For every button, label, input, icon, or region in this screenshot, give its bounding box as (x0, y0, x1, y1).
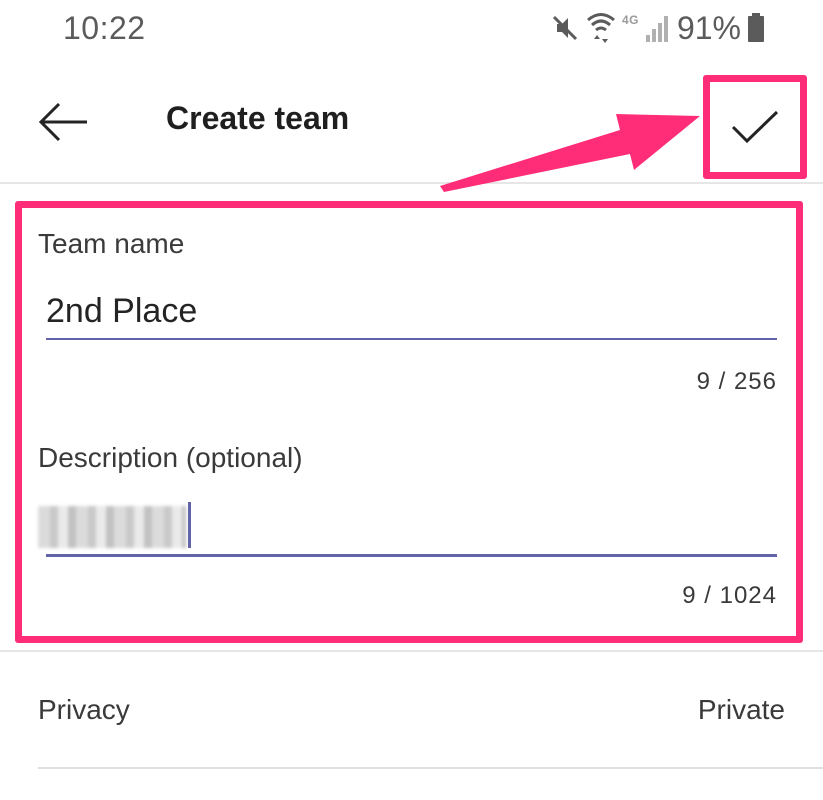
description-input[interactable] (38, 500, 777, 557)
back-button[interactable] (28, 90, 98, 154)
status-time: 10:22 (63, 10, 146, 46)
network-type-label: 4G (621, 13, 639, 27)
redacted-description-text (38, 506, 186, 548)
battery-percent: 91% (676, 9, 741, 46)
team-name-char-count: 9 / 256 (696, 368, 777, 395)
divider (38, 767, 823, 769)
text-caret (188, 502, 191, 548)
status-icons: 4G 91% (550, 8, 765, 48)
arrow-left-icon (38, 102, 87, 142)
privacy-value: Private (697, 694, 785, 725)
status-bar: 10:22 4G 91% (0, 0, 823, 56)
confirm-button[interactable] (703, 75, 807, 179)
form-highlight (15, 201, 803, 643)
description-label: Description (optional) (38, 442, 303, 473)
team-name-input[interactable] (46, 284, 777, 340)
privacy-label: Privacy (38, 694, 130, 725)
page-title: Create team (166, 100, 350, 136)
privacy-row[interactable]: Privacy Private (0, 652, 823, 768)
wifi-icon (586, 13, 615, 43)
signal-icon (645, 16, 668, 42)
description-char-count: 9 / 1024 (682, 582, 777, 609)
annotation-arrow-icon (440, 114, 700, 192)
team-name-label: Team name (38, 228, 185, 259)
mute-icon (552, 15, 577, 41)
checkmark-icon (731, 110, 779, 144)
battery-icon (748, 13, 764, 42)
